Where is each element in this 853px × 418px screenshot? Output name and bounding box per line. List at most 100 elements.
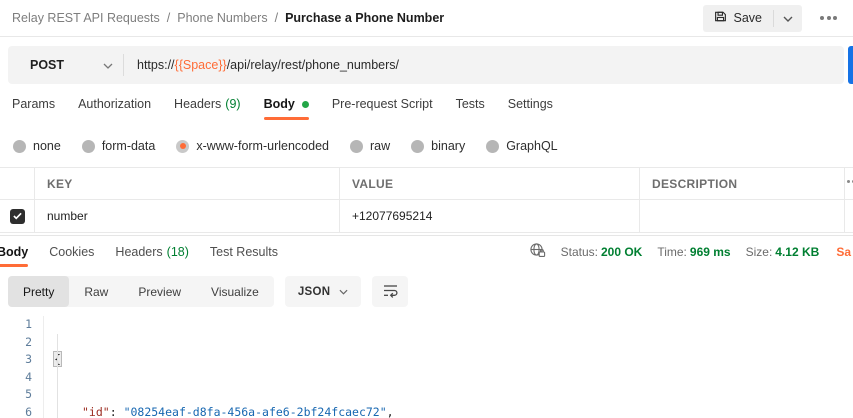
body-mode-selector: none form-data x-www-form-urlencoded raw… xyxy=(0,133,853,159)
param-key-cell[interactable]: number xyxy=(35,200,340,232)
tab-settings-label: Settings xyxy=(508,97,553,111)
url-variable: {{Space}} xyxy=(175,58,227,72)
param-description-cell[interactable] xyxy=(640,200,845,232)
view-mode-switch: Pretty Raw Preview Visualize xyxy=(8,276,274,307)
request-topbar: Relay REST API Requests / Phone Numbers … xyxy=(0,0,853,37)
view-pretty[interactable]: Pretty xyxy=(8,276,69,307)
header-checkbox-cell xyxy=(0,168,35,199)
mode-none-label: none xyxy=(33,139,61,153)
chevron-down-icon xyxy=(339,286,348,298)
radio-icon xyxy=(350,140,363,153)
method-label: POST xyxy=(30,58,64,72)
response-header: Body Cookies Headers(18) Test Results St… xyxy=(0,236,853,267)
response-tabs: Body Cookies Headers(18) Test Results xyxy=(0,236,278,267)
tab-body[interactable]: Body xyxy=(264,97,309,120)
network-globe-lock-icon[interactable] xyxy=(529,242,546,261)
response-meta: Status:200 OK Time:969 ms Size:4.12 KB S… xyxy=(529,242,853,261)
save-button-label: Save xyxy=(734,11,763,25)
table-header-stub xyxy=(845,168,853,199)
tab-tests[interactable]: Tests xyxy=(456,97,485,120)
line-number: 6 xyxy=(0,404,32,418)
mode-form-data-label: form-data xyxy=(102,139,156,153)
tab-settings[interactable]: Settings xyxy=(508,97,553,120)
breadcrumb-collection[interactable]: Relay REST API Requests xyxy=(12,11,160,25)
column-header-value: VALUE xyxy=(340,168,640,199)
json-code: { "id": "08254eaf-d8fa-456a-afe6-2bf24fc… xyxy=(44,316,394,418)
response-tab-headers[interactable]: Headers(18) xyxy=(115,245,188,267)
method-selector[interactable]: POST xyxy=(8,46,113,84)
row-checkbox-cell xyxy=(0,200,35,232)
table-row-stub xyxy=(845,200,853,232)
dot-icon xyxy=(833,16,837,20)
format-select-value: JSON xyxy=(298,286,331,298)
response-tab-cookies-label: Cookies xyxy=(49,245,94,259)
save-button[interactable]: Save xyxy=(703,5,774,32)
topbar-actions: Save xyxy=(703,5,840,32)
mode-form-data[interactable]: form-data xyxy=(82,139,156,153)
size-label: Size: xyxy=(746,245,773,259)
mode-x-www-form-urlencoded[interactable]: x-www-form-urlencoded xyxy=(176,139,329,153)
table-row: number +12077695214 xyxy=(0,200,853,232)
url-input[interactable]: https://{{Space}}/api/relay/rest/phone_n… xyxy=(124,46,399,84)
breadcrumb-separator: / xyxy=(167,11,170,25)
mode-urlencoded-label: x-www-form-urlencoded xyxy=(196,139,329,153)
row-checkbox-checked[interactable] xyxy=(10,209,25,224)
url-prefix: https:// xyxy=(137,58,175,72)
line-number: 2 xyxy=(0,334,32,352)
response-tab-body-label: Body xyxy=(0,245,28,259)
dot-icon xyxy=(827,16,831,20)
mode-raw[interactable]: raw xyxy=(350,139,390,153)
breadcrumb-folder[interactable]: Phone Numbers xyxy=(177,11,267,25)
mode-binary-label: binary xyxy=(431,139,465,153)
line-number: 4 xyxy=(0,369,32,387)
bulk-edit-dots-icon[interactable] xyxy=(847,180,853,183)
save-response-button[interactable]: Sa xyxy=(836,245,851,259)
radio-selected-icon xyxy=(176,140,189,153)
tab-prerequest-script[interactable]: Pre-request Script xyxy=(332,97,433,120)
status-badge: Status:200 OK xyxy=(561,245,643,259)
radio-icon xyxy=(13,140,26,153)
tab-params[interactable]: Params xyxy=(12,97,55,120)
response-toolbar: Pretty Raw Preview Visualize JSON xyxy=(0,267,853,307)
headers-count-badge: (9) xyxy=(225,97,240,111)
wrap-lines-button[interactable] xyxy=(372,276,408,307)
response-tab-cookies[interactable]: Cookies xyxy=(49,245,94,267)
tab-prerequest-label: Pre-request Script xyxy=(332,97,433,111)
format-select[interactable]: JSON xyxy=(285,276,362,307)
response-tab-body[interactable]: Body xyxy=(0,245,28,267)
line-number: 1 xyxy=(0,316,32,334)
indent-guide xyxy=(57,334,58,418)
table-header-row: KEY VALUE DESCRIPTION xyxy=(0,168,853,200)
more-options-button[interactable] xyxy=(818,12,839,24)
view-preview[interactable]: Preview xyxy=(123,276,196,307)
breadcrumb-separator: / xyxy=(275,11,278,25)
tab-authorization[interactable]: Authorization xyxy=(78,97,151,120)
tab-headers[interactable]: Headers(9) xyxy=(174,97,241,120)
breadcrumb-request-name[interactable]: Purchase a Phone Number xyxy=(285,11,444,25)
request-url-row: POST https://{{Space}}/api/relay/rest/ph… xyxy=(8,46,853,84)
size-badge: Size:4.12 KB xyxy=(746,245,820,259)
response-body-viewer: 1 2 3 4 5 6 { "id": "08254eaf-d8fa-456a-… xyxy=(0,316,853,418)
mode-none[interactable]: none xyxy=(13,139,61,153)
send-button[interactable] xyxy=(848,46,853,84)
view-visualize[interactable]: Visualize xyxy=(196,276,274,307)
line-number: 5 xyxy=(0,386,32,404)
radio-icon xyxy=(411,140,424,153)
mode-binary[interactable]: binary xyxy=(411,139,465,153)
line-number-gutter: 1 2 3 4 5 6 xyxy=(0,316,44,418)
url-bar: POST https://{{Space}}/api/relay/rest/ph… xyxy=(8,46,844,84)
url-path: /api/relay/rest/phone_numbers/ xyxy=(227,58,399,72)
mode-graphql[interactable]: GraphQL xyxy=(486,139,557,153)
body-present-dot-icon xyxy=(302,101,309,108)
code-line: { xyxy=(54,351,394,369)
tab-params-label: Params xyxy=(12,97,55,111)
column-header-description: DESCRIPTION xyxy=(640,168,845,199)
view-raw[interactable]: Raw xyxy=(69,276,123,307)
param-value-cell[interactable]: +12077695214 xyxy=(340,200,640,232)
save-button-group: Save xyxy=(703,5,803,32)
save-options-button[interactable] xyxy=(774,5,802,32)
request-tabs: Params Authorization Headers(9) Body Pre… xyxy=(0,97,853,124)
response-headers-count-badge: (18) xyxy=(167,245,189,259)
response-tab-test-results[interactable]: Test Results xyxy=(210,245,278,267)
time-badge: Time:969 ms xyxy=(657,245,730,259)
